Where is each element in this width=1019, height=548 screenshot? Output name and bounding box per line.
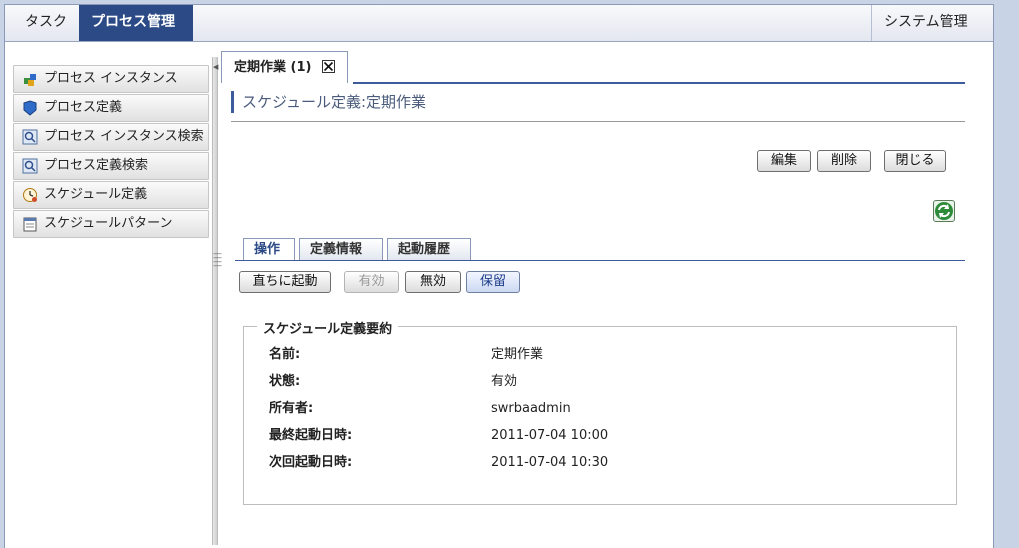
top-navigation-bar: タスク プロセス管理 システム管理 xyxy=(5,5,993,42)
summary-value: 有効 xyxy=(491,374,518,389)
sidebar-item-process-instance-search[interactable]: プロセス インスタンス検索 xyxy=(13,123,209,151)
summary-label: 次回起動日時: xyxy=(269,455,353,470)
close-button[interactable]: 閉じる xyxy=(884,150,946,172)
nav-tab-process-management[interactable]: プロセス管理 xyxy=(79,5,193,41)
enable-button[interactable]: 有効 xyxy=(344,271,399,293)
sidebar-item-label: プロセス インスタンス xyxy=(44,71,178,86)
process-instance-icon xyxy=(22,71,38,87)
sidebar-menu: プロセス インスタンス プロセス定義 プロセス インスタンス検索 プロセス定義検… xyxy=(13,65,209,239)
title-divider xyxy=(231,121,965,122)
refresh-icon[interactable] xyxy=(933,200,955,222)
sidebar-item-label: プロセス定義 xyxy=(44,100,123,115)
tab-launch-history[interactable]: 起動履歴 xyxy=(387,238,471,261)
search-icon xyxy=(22,129,38,145)
disable-button[interactable]: 無効 xyxy=(405,271,461,293)
app-frame: タスク プロセス管理 システム管理 プロセス インスタンス プロセス定義 プロセ… xyxy=(4,4,994,548)
document-tab-label: 定期作業 (1) xyxy=(234,60,312,75)
clock-icon xyxy=(22,187,38,203)
page-title: スケジュール定義:定期作業 xyxy=(231,91,965,113)
nav-tab-task[interactable]: タスク xyxy=(13,5,79,41)
summary-label: 所有者: xyxy=(269,401,314,416)
sidebar-item-label: プロセス定義検索 xyxy=(44,158,149,173)
hold-button[interactable]: 保留 xyxy=(466,271,520,293)
sidebar-item-schedule-definition[interactable]: スケジュール定義 xyxy=(13,181,209,209)
summary-label: 名前: xyxy=(269,347,301,362)
tab-definition-info[interactable]: 定義情報 xyxy=(299,238,383,261)
search-icon xyxy=(22,158,38,174)
sidebar-item-process-definition-search[interactable]: プロセス定義検索 xyxy=(13,152,209,180)
summary-value: 2011-07-04 10:00 xyxy=(491,428,609,443)
collapse-arrow-icon[interactable]: ◀ xyxy=(213,63,218,71)
sidebar-item-label: プロセス インスタンス検索 xyxy=(44,129,204,144)
tab-strip-line xyxy=(353,82,965,84)
panel-splitter[interactable]: ◀ — — — — xyxy=(212,57,222,545)
delete-button[interactable]: 削除 xyxy=(817,150,871,172)
nav-tab-system-management[interactable]: システム管理 xyxy=(871,5,993,41)
summary-label: 最終起動日時: xyxy=(269,428,353,443)
summary-label: 状態: xyxy=(269,374,301,389)
summary-value: swrbaadmin xyxy=(491,401,571,416)
start-now-button[interactable]: 直ちに起動 xyxy=(239,271,331,293)
edit-button[interactable]: 編集 xyxy=(757,150,811,172)
sidebar-item-schedule-pattern[interactable]: スケジュールパターン xyxy=(13,210,209,238)
calendar-icon xyxy=(22,216,38,232)
summary-value: 定期作業 xyxy=(491,347,544,362)
close-tab-icon[interactable] xyxy=(322,60,335,73)
sidebar-item-label: スケジュール定義 xyxy=(44,187,148,202)
process-definition-icon xyxy=(22,100,38,116)
sub-tab-line xyxy=(235,260,965,261)
splitter-grip-icon: — — — — xyxy=(213,249,222,271)
document-tab[interactable]: 定期作業 (1) xyxy=(221,51,348,83)
summary-legend: スケジュール定義要約 xyxy=(257,318,399,337)
sidebar-item-process-instance[interactable]: プロセス インスタンス xyxy=(13,65,209,93)
sidebar-item-process-definition[interactable]: プロセス定義 xyxy=(13,94,209,122)
summary-value: 2011-07-04 10:30 xyxy=(491,455,609,470)
sidebar-item-label: スケジュールパターン xyxy=(44,216,173,231)
tab-operation[interactable]: 操作 xyxy=(243,238,295,261)
